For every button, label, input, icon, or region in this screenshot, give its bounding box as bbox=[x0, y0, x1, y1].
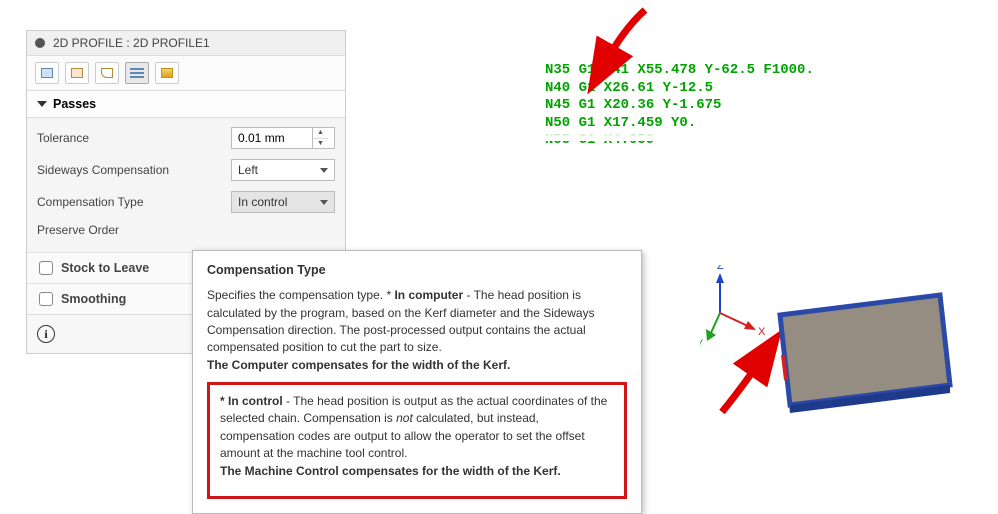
comp-type-dropdown[interactable]: In control bbox=[231, 191, 335, 213]
tolerance-field[interactable] bbox=[232, 128, 312, 148]
passes-section-header[interactable]: Passes bbox=[27, 91, 345, 118]
tooltip-title: Compensation Type bbox=[207, 261, 627, 279]
tab-linking[interactable] bbox=[155, 62, 179, 84]
spinner-down-icon[interactable]: ▼ bbox=[313, 139, 328, 149]
tolerance-input[interactable]: ▲ ▼ bbox=[231, 127, 335, 149]
tab-geometry[interactable] bbox=[35, 62, 59, 84]
t1s: The Computer compensates for the width o… bbox=[207, 358, 510, 372]
t2a: * In control bbox=[220, 394, 283, 408]
axis-z-label: Z bbox=[717, 265, 724, 272]
gcode-fade bbox=[545, 128, 805, 141]
geometry-icon bbox=[41, 68, 53, 78]
chevron-down-icon bbox=[37, 101, 47, 107]
compensation-type-tooltip: Compensation Type Specifies the compensa… bbox=[192, 250, 642, 514]
chevron-down-icon bbox=[320, 168, 328, 173]
radii-icon bbox=[101, 68, 113, 78]
sideways-value: Left bbox=[238, 163, 258, 177]
checkbox-icon[interactable] bbox=[39, 261, 53, 275]
checkbox-icon[interactable] bbox=[39, 292, 53, 306]
collapse-icon[interactable] bbox=[35, 38, 45, 48]
tooltip-in-control-highlight: * In control - The head position is outp… bbox=[207, 382, 627, 499]
t1a: Specifies the compensation type. * bbox=[207, 288, 394, 302]
section-title: Passes bbox=[53, 97, 96, 111]
row-tolerance: Tolerance ▲ ▼ bbox=[37, 122, 335, 154]
tab-passes[interactable] bbox=[125, 62, 149, 84]
model-preview[interactable]: Z X Y bbox=[700, 265, 960, 435]
comp-type-label: Compensation Type bbox=[37, 195, 231, 209]
passes-rows: Tolerance ▲ ▼ Sideways Compensation Left bbox=[27, 118, 345, 252]
comp-type-value: In control bbox=[238, 195, 287, 209]
smoothing-label: Smoothing bbox=[61, 292, 126, 306]
t2e: not bbox=[396, 411, 413, 425]
panel-title-bar[interactable]: 2D PROFILE : 2D PROFILE1 bbox=[27, 31, 345, 56]
tab-heights[interactable] bbox=[65, 62, 89, 84]
tab-radii[interactable] bbox=[95, 62, 119, 84]
axis-y-label: Y bbox=[700, 338, 704, 350]
annotation-arrow-gcode bbox=[590, 8, 660, 68]
spinner-up-icon[interactable]: ▲ bbox=[313, 128, 328, 139]
tolerance-label: Tolerance bbox=[37, 131, 231, 145]
panel-title: 2D PROFILE : 2D PROFILE1 bbox=[53, 36, 210, 50]
linking-icon bbox=[161, 68, 173, 78]
tooltip-in-computer: Specifies the compensation type. * In co… bbox=[207, 287, 627, 374]
row-compensation-type: Compensation Type In control bbox=[37, 186, 335, 218]
sideways-dropdown[interactable]: Left bbox=[231, 159, 335, 181]
chevron-down-icon bbox=[320, 200, 328, 205]
passes-icon bbox=[130, 68, 144, 78]
t1b: In computer bbox=[394, 288, 463, 302]
plate-viewport-svg: Z X Y bbox=[700, 265, 960, 435]
axis-x-label: X bbox=[758, 326, 766, 338]
t2s: The Machine Control compensates for the … bbox=[220, 464, 561, 478]
panel-tab-toolbar bbox=[27, 56, 345, 91]
tooltip-in-control: * In control - The head position is outp… bbox=[220, 393, 614, 480]
info-icon[interactable]: i bbox=[37, 325, 55, 343]
sideways-label: Sideways Compensation bbox=[37, 163, 231, 177]
stock-label: Stock to Leave bbox=[61, 261, 149, 275]
row-preserve-order: Preserve Order bbox=[37, 218, 335, 242]
preserve-label: Preserve Order bbox=[37, 223, 231, 237]
heights-icon bbox=[71, 68, 83, 78]
row-sideways-comp: Sideways Compensation Left bbox=[37, 154, 335, 186]
tolerance-spinner[interactable]: ▲ ▼ bbox=[312, 128, 328, 148]
